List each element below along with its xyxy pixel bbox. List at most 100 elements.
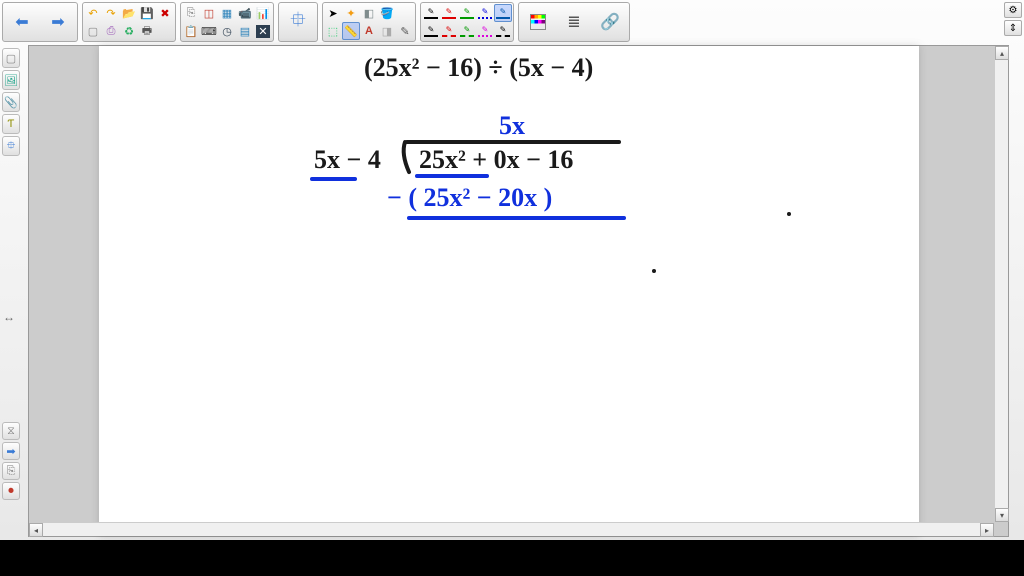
addon-button[interactable]: ⯐ [280,4,316,40]
pen-green-dash-button[interactable]: ✎ [458,22,476,40]
save-button[interactable]: 💾 [138,4,156,22]
pen-blue-dot-button[interactable]: ✎ [476,4,494,22]
recycle-button[interactable]: ♻ [120,22,138,40]
side-page-button[interactable]: ▢ [2,48,20,68]
spotlight-icon: ✦ [346,7,355,20]
chevron-left-icon: ◂ [34,526,38,535]
forward-button[interactable]: ➡ [40,4,76,40]
right-toolbar: ⚙ ⇕ [1004,2,1022,42]
pen-marker-icon: ✎ [482,25,489,34]
eraser-w-button[interactable]: ◨ [378,22,396,40]
select-button[interactable]: ⬚ [324,22,342,40]
text-a-button[interactable]: A [360,22,378,40]
pen-line-icon [460,17,474,19]
problem-text: (25x² − 16) ÷ (5x − 4) [364,53,593,82]
side-record-button[interactable]: ⏺ [2,482,20,500]
grid-button[interactable]: ▦ [218,4,236,22]
handwriting-layer: (25x² − 16) ÷ (5x − 4) 5x 5x − 4 25x² + … [99,46,919,536]
pen-green-button[interactable]: ✎ [458,4,476,22]
nav-group: ⬅ ➡ [2,2,78,42]
redo-button[interactable]: ↷ [102,4,120,22]
side-puzzle-button[interactable]: ⯐ [2,136,20,156]
open-button[interactable]: 📂 [120,4,138,22]
print-button[interactable]: 🖶 [138,22,156,40]
resize-handle[interactable]: ↔ [3,310,17,324]
pen-black-dash-button[interactable]: ✎ [494,22,512,40]
pen-marker-icon: ✎ [464,25,471,34]
horizontal-scrollbar[interactable]: ◂ ▸ [29,522,994,536]
pen-red-dash-button[interactable]: ✎ [440,22,458,40]
chevron-right-icon: ▸ [985,526,989,535]
settings-button[interactable]: ⚙ [1004,2,1022,18]
scroll-down-button[interactable]: ▾ [995,508,1009,522]
image-icon: 🖼 [4,74,18,87]
puzzle-icon: ⯐ [291,5,306,39]
new-page-button[interactable]: ▢ [84,22,102,40]
table-button[interactable]: ▤ [236,22,254,40]
pen-line-icon [442,35,456,37]
scroll-up-button[interactable]: ▴ [995,46,1009,60]
cursor-button[interactable]: ➤ [324,4,342,22]
side-image-button[interactable]: 🖼 [2,70,20,90]
shapes-icon: ◫ [204,7,214,20]
screenshot-button[interactable]: ⎙ [102,22,120,40]
app-window: ⬅ ➡ ↶ ↷ 📂 💾 ✖ ▢ ⎙ ♻ 🖶 ⎘ ◫ ▦ [0,0,1024,540]
table-icon: ▤ [240,25,250,38]
whiteboard-canvas[interactable]: (25x² − 16) ÷ (5x − 4) 5x 5x − 4 25x² + … [99,46,919,536]
eraser-g-button[interactable]: ◧ [360,4,378,22]
folder-icon: 📂 [122,7,136,20]
stray-dot-2 [652,269,656,273]
pen-black-thin-button[interactable]: ✎ [422,4,440,22]
pen-marker-icon: ✎ [446,25,453,34]
bucket-button[interactable]: 🪣 [378,4,396,22]
pen-magenta-button[interactable]: ✎ [476,22,494,40]
webcam-button[interactable]: 📹 [236,4,254,22]
eyedropper-button[interactable]: ✎ [396,22,414,40]
redo-icon: ↷ [106,7,115,20]
paste-button[interactable]: 📋 [182,22,200,40]
ruler-icon: 📏 [344,25,358,38]
side-text-button[interactable]: Ƭ [2,114,20,134]
shapes-button[interactable]: ◫ [200,4,218,22]
link-button[interactable]: 🔗 [592,4,628,40]
line-options-button[interactable]: ≣ [556,4,592,40]
clock-icon: ◷ [222,25,232,38]
poll-button[interactable]: 📊 [254,4,272,22]
pen-line-icon [424,17,438,19]
pen-blue-thick-button[interactable]: ✎ [494,4,512,22]
copy-icon: ⎘ [187,7,196,20]
arrow-right-icon: ➡ [51,12,64,32]
pen-marker-icon: ✎ [482,7,489,16]
expand-vert-button[interactable]: ⇕ [1004,20,1022,36]
keyboard-button[interactable]: ⌨ [200,22,218,40]
undo-button[interactable]: ↶ [84,4,102,22]
pen-marker-icon: ✎ [446,7,453,16]
clock-button[interactable]: ◷ [218,22,236,40]
grid-icon: ▦ [222,7,232,20]
back-button[interactable]: ⬅ [4,4,40,40]
eyedropper-icon: ✎ [400,25,409,38]
side-arrow-button[interactable]: ➡ [2,442,20,460]
pen-red-button[interactable]: ✎ [440,4,458,22]
side-clip-button[interactable]: 📎 [2,92,20,112]
copy-button[interactable]: ⎘ [182,4,200,22]
spotlight-button[interactable]: ✦ [342,4,360,22]
pen-line-icon [496,17,510,19]
insert-group: ⎘ ◫ ▦ 📹 📊 📋 ⌨ ◷ ▤ ✕ [180,2,274,42]
side-copy-button[interactable]: ⎘ [2,462,20,480]
clip-icon: 📎 [4,96,18,109]
delete-button[interactable]: ✖ [156,4,174,22]
scroll-left-button[interactable]: ◂ [29,523,43,537]
canvas-frame: (25x² − 16) ÷ (5x − 4) 5x 5x − 4 25x² + … [28,45,1009,537]
ruler-button[interactable]: 📏 [342,22,360,40]
pen-line-icon [424,35,438,37]
text-a-icon: A [365,25,373,37]
vertical-scrollbar[interactable]: ▴ ▾ [994,46,1008,522]
eraser-white-icon: ◨ [382,25,392,38]
color-grid-button[interactable] [520,4,556,40]
file-group: ↶ ↷ 📂 💾 ✖ ▢ ⎙ ♻ 🖶 [82,2,176,42]
side-time-button[interactable]: ⧖ [2,422,20,440]
close-x-button[interactable]: ✕ [254,22,272,40]
scroll-right-button[interactable]: ▸ [980,523,994,537]
pen-black-button[interactable]: ✎ [422,22,440,40]
